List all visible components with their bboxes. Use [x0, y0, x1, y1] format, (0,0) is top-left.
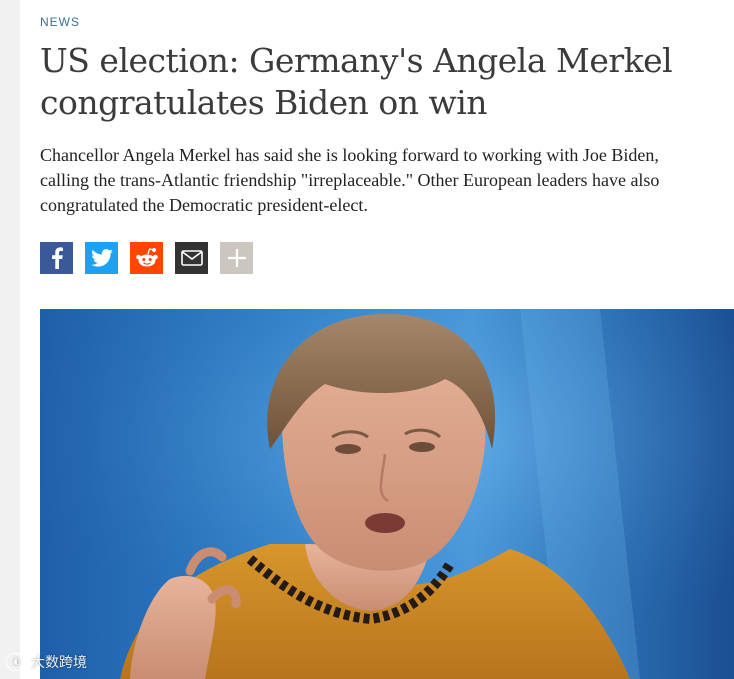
plus-icon	[227, 249, 246, 267]
watermark-logo-icon: ◐	[6, 653, 28, 671]
share-email-button[interactable]	[175, 242, 208, 274]
email-icon	[180, 250, 203, 266]
article-page: NEWS US election: Germany's Angela Merke…	[20, 0, 734, 679]
share-more-button[interactable]	[220, 242, 253, 274]
twitter-icon	[90, 249, 113, 267]
share-bar	[40, 242, 253, 274]
share-twitter-button[interactable]	[85, 242, 118, 274]
watermark: ◐ 大数跨境	[6, 652, 87, 672]
category-link[interactable]: NEWS	[40, 15, 80, 29]
reddit-icon	[135, 248, 158, 267]
facebook-icon	[51, 247, 63, 269]
share-reddit-button[interactable]	[130, 242, 163, 274]
watermark-text: 大数跨境	[31, 655, 87, 671]
article-lede: Chancellor Angela Merkel has said she is…	[40, 145, 660, 215]
article-hero-image	[40, 309, 734, 679]
portrait-photo	[40, 309, 734, 679]
share-facebook-button[interactable]	[40, 242, 73, 274]
article-headline: US election: Germany's Angela Merkel con…	[40, 41, 673, 122]
